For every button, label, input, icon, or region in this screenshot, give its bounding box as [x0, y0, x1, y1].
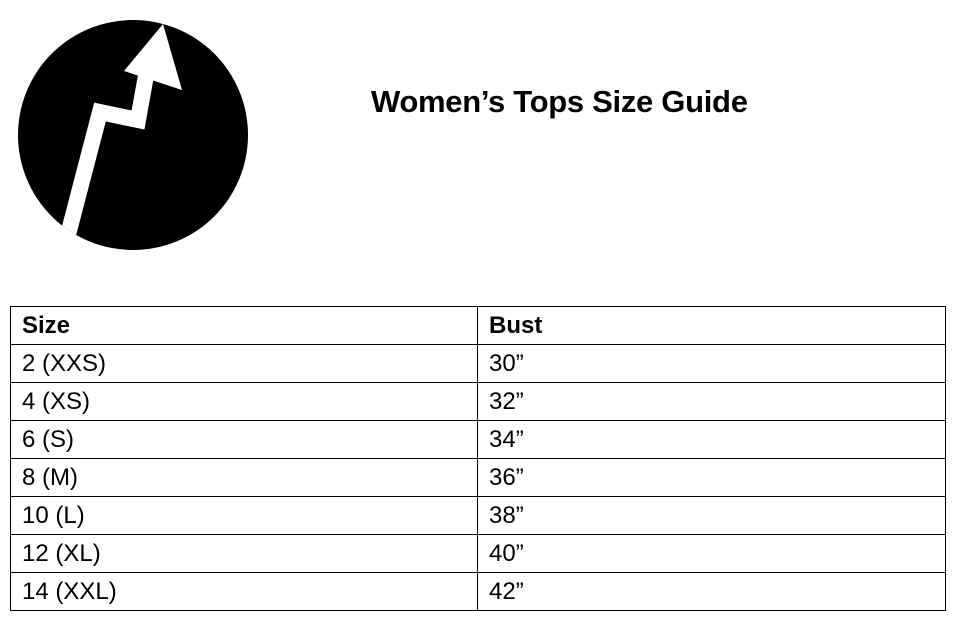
bust-cell: 30” [477, 344, 946, 383]
size-cell: 10 (L) [10, 496, 478, 535]
size-cell: 12 (XL) [10, 534, 478, 573]
table-row: 10 (L) 38” [10, 496, 946, 535]
table-row: 14 (XXL) 42” [10, 572, 946, 611]
bust-cell: 36” [477, 458, 946, 497]
table-row: 4 (XS) 32” [10, 382, 946, 421]
size-cell: 4 (XS) [10, 382, 478, 421]
table-header-row: Size Bust [10, 306, 946, 345]
table-row: 2 (XXS) 30” [10, 344, 946, 383]
page-title: Women’s Tops Size Guide [371, 84, 748, 119]
size-cell: 2 (XXS) [10, 344, 478, 383]
header-bust: Bust [477, 306, 946, 345]
bust-cell: 40” [477, 534, 946, 573]
bust-cell: 34” [477, 420, 946, 459]
table-row: 12 (XL) 40” [10, 534, 946, 573]
table-row: 8 (M) 36” [10, 458, 946, 497]
logo-arrow-circle-icon [18, 20, 248, 250]
size-table: Size Bust 2 (XXS) 30” 4 (XS) 32” 6 (S) 34” … [10, 306, 946, 611]
header-size: Size [10, 306, 478, 345]
bust-cell: 42” [477, 572, 946, 611]
size-cell: 8 (M) [10, 458, 478, 497]
bust-cell: 38” [477, 496, 946, 535]
size-cell: 14 (XXL) [10, 572, 478, 611]
table-row: 6 (S) 34” [10, 420, 946, 459]
size-cell: 6 (S) [10, 420, 478, 459]
bust-cell: 32” [477, 382, 946, 421]
